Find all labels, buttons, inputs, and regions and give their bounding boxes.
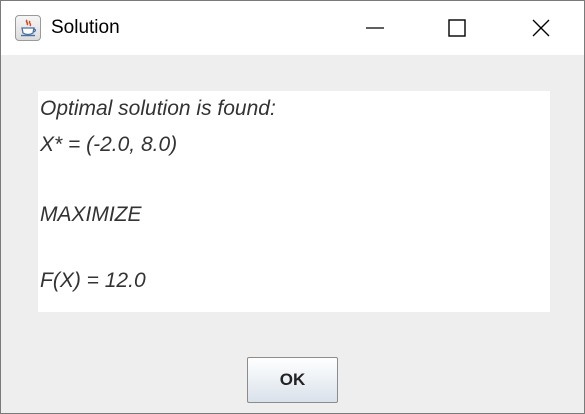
minimize-button[interactable] (332, 1, 418, 55)
minimize-icon (366, 27, 384, 29)
window-title: Solution (51, 17, 120, 38)
result-text-area: Optimal solution is found: X* = (-2.0, 8… (38, 91, 550, 312)
close-icon (532, 19, 550, 37)
ok-button[interactable]: OK (247, 357, 338, 403)
maximize-icon (448, 19, 466, 37)
objective-direction-text: MAXIMIZE (40, 203, 142, 226)
java-cup-icon (15, 15, 41, 41)
close-button[interactable] (498, 1, 584, 55)
title-bar[interactable]: Solution (1, 1, 584, 55)
objective-value-text: F(X) = 12.0 (40, 269, 146, 292)
solution-vector-text: X* = (-2.0, 8.0) (40, 133, 178, 156)
solution-dialog: Solution Optimal solution is found: X* =… (0, 0, 585, 414)
maximize-button[interactable] (414, 1, 500, 55)
status-text: Optimal solution is found: (40, 97, 276, 120)
